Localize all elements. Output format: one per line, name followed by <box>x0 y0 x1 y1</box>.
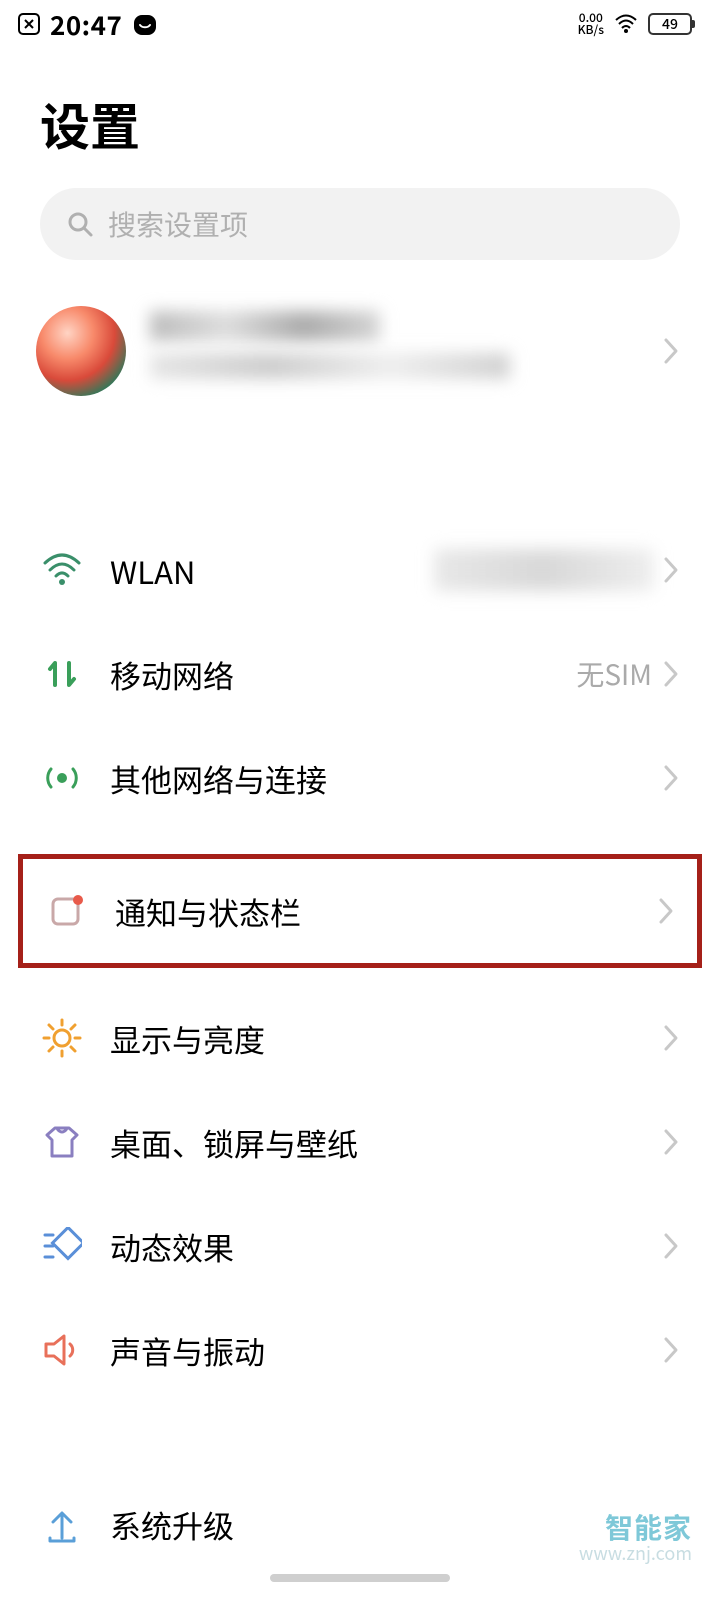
chevron-right-icon <box>662 659 680 689</box>
item-label: 移动网络 <box>110 652 576 697</box>
watermark: 智能家 www.znj.com <box>579 1511 692 1564</box>
notification-icon <box>45 889 89 933</box>
effects-icon <box>40 1224 84 1268</box>
chevron-right-icon <box>662 1231 680 1261</box>
settings-item-display[interactable]: 显示与亮度 <box>0 986 720 1090</box>
settings-item-mobile-network[interactable]: 移动网络 无SIM <box>0 622 720 726</box>
status-bar: 20:47 0.00 KB/s 49 <box>0 0 720 48</box>
update-arrow-icon <box>40 1502 84 1546</box>
wifi-icon <box>40 548 84 592</box>
chevron-right-icon <box>662 1023 680 1053</box>
chevron-right-icon <box>662 1127 680 1157</box>
item-value: 无SIM <box>576 654 652 694</box>
item-label: 通知与状态栏 <box>115 889 657 934</box>
bag-icon <box>132 11 158 37</box>
settings-item-wlan[interactable]: WLAN <box>0 518 720 622</box>
item-label: 显示与亮度 <box>110 1016 662 1061</box>
settings-item-other-network[interactable]: 其他网络与连接 <box>0 726 720 830</box>
home-indicator[interactable] <box>270 1574 450 1582</box>
shirt-icon <box>40 1120 84 1164</box>
search-icon <box>66 210 94 238</box>
search-placeholder: 搜索设置项 <box>108 204 248 244</box>
brightness-icon <box>40 1016 84 1060</box>
wifi-icon <box>614 14 638 34</box>
sound-icon <box>40 1328 84 1372</box>
mobile-data-icon <box>40 652 84 696</box>
close-x-icon <box>18 13 40 35</box>
item-label: WLAN <box>110 548 434 593</box>
item-label: 桌面、锁屏与壁纸 <box>110 1120 662 1165</box>
settings-item-home-lock-wallpaper[interactable]: 桌面、锁屏与壁纸 <box>0 1090 720 1194</box>
chevron-right-icon <box>657 896 675 926</box>
avatar <box>36 306 126 396</box>
account-item[interactable] <box>0 260 720 442</box>
chevron-right-icon <box>662 336 680 366</box>
chevron-right-icon <box>662 763 680 793</box>
settings-item-sound[interactable]: 声音与振动 <box>0 1298 720 1402</box>
item-label: 声音与振动 <box>110 1328 662 1373</box>
item-label: 动态效果 <box>110 1224 662 1269</box>
item-value <box>434 549 654 591</box>
battery-icon: 49 <box>648 13 692 35</box>
clock-label: 20:47 <box>50 6 122 43</box>
hotspot-icon <box>40 756 84 800</box>
settings-item-effects[interactable]: 动态效果 <box>0 1194 720 1298</box>
item-label: 其他网络与连接 <box>110 756 662 801</box>
settings-item-notification[interactable]: 通知与状态栏 <box>23 859 697 963</box>
account-text <box>150 311 662 391</box>
chevron-right-icon <box>662 555 680 585</box>
chevron-right-icon <box>662 1335 680 1365</box>
highlight-box: 通知与状态栏 <box>18 854 702 968</box>
network-speed: 0.00 KB/s <box>578 12 604 36</box>
page-title: 设置 <box>0 48 720 188</box>
search-input[interactable]: 搜索设置项 <box>40 188 680 260</box>
